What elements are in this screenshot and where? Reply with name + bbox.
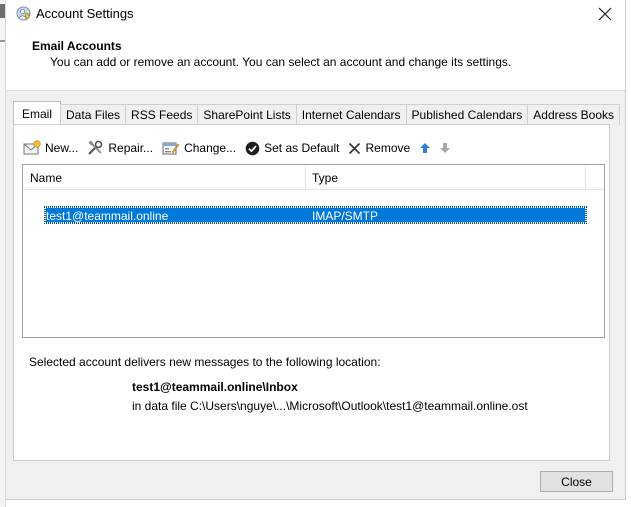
tab-rss-feeds[interactable]: RSS Feeds: [125, 104, 199, 125]
tab-email[interactable]: Email: [13, 101, 62, 125]
set-as-default-label: Set as Default: [264, 141, 340, 155]
account-name: test1@teammail.online: [46, 209, 169, 223]
repair-account-label: Repair...: [108, 141, 154, 155]
column-header-type[interactable]: Type: [312, 165, 338, 190]
change-account-button[interactable]: Change...: [162, 140, 236, 156]
header-description: You can add or remove an account. You ca…: [50, 55, 512, 69]
email-tab-panel: New... Repair... Change... Set as Defaul…: [13, 124, 610, 461]
account-settings-dialog: Account Settings Email Accounts You can …: [6, 0, 626, 500]
tab-internet-calendars[interactable]: Internet Calendars: [295, 104, 407, 125]
account-toolbar: New... Repair... Change... Set as Defaul…: [23, 138, 459, 158]
delivery-data-file: in data file C:\Users\nguye\...\Microsof…: [132, 399, 528, 413]
tab-data-files[interactable]: Data Files: [60, 104, 127, 125]
background-window-marker: [0, 40, 5, 42]
new-account-button[interactable]: New...: [23, 140, 78, 156]
arrow-up-icon: [420, 143, 431, 153]
dialog-header: Email Accounts You can add or remove an …: [6, 29, 625, 91]
account-type: IMAP/SMTP: [312, 209, 379, 223]
window-title: Account Settings: [36, 6, 134, 21]
set-as-default-button[interactable]: Set as Default: [245, 141, 339, 156]
tab-sharepoint-lists[interactable]: SharePoint Lists: [197, 104, 297, 125]
tab-strip: Email Data Files RSS Feeds SharePoint Li…: [13, 101, 620, 125]
change-settings-icon: [162, 142, 180, 155]
account-row[interactable]: test1@teammail.online IMAP/SMTP: [44, 206, 587, 224]
header-title: Email Accounts: [32, 39, 122, 53]
new-account-label: New...: [45, 141, 79, 155]
accounts-list[interactable]: Name Type test1@teammail.online IMAP/SMT…: [22, 164, 605, 338]
background-window-marker: [0, 4, 5, 18]
repair-account-button[interactable]: Repair...: [87, 140, 153, 156]
column-header-name[interactable]: Name: [30, 165, 62, 190]
arrow-down-icon: [440, 143, 451, 153]
remove-account-button[interactable]: Remove: [348, 141, 410, 155]
delivery-description: Selected account delivers new messages t…: [29, 355, 381, 369]
remove-x-icon: [349, 142, 361, 154]
title-bar: Account Settings: [6, 0, 625, 29]
close-window-icon[interactable]: [594, 4, 616, 24]
account-settings-icon: [16, 6, 31, 21]
change-account-label: Change...: [184, 141, 237, 155]
tools-icon: [88, 140, 103, 155]
checkmark-circle-icon: [245, 141, 260, 155]
column-divider[interactable]: [585, 167, 586, 189]
remove-account-label: Remove: [365, 141, 411, 155]
delivery-inbox-path: test1@teammail.online\Inbox: [132, 380, 298, 394]
tab-published-calendars[interactable]: Published Calendars: [405, 104, 529, 125]
list-header: Name Type: [23, 165, 604, 190]
close-button[interactable]: Close: [540, 471, 613, 492]
new-mail-icon: [23, 140, 41, 155]
tab-address-books[interactable]: Address Books: [527, 104, 620, 125]
column-divider[interactable]: [305, 167, 306, 189]
move-up-button[interactable]: [419, 142, 431, 154]
move-down-button[interactable]: [439, 142, 451, 154]
